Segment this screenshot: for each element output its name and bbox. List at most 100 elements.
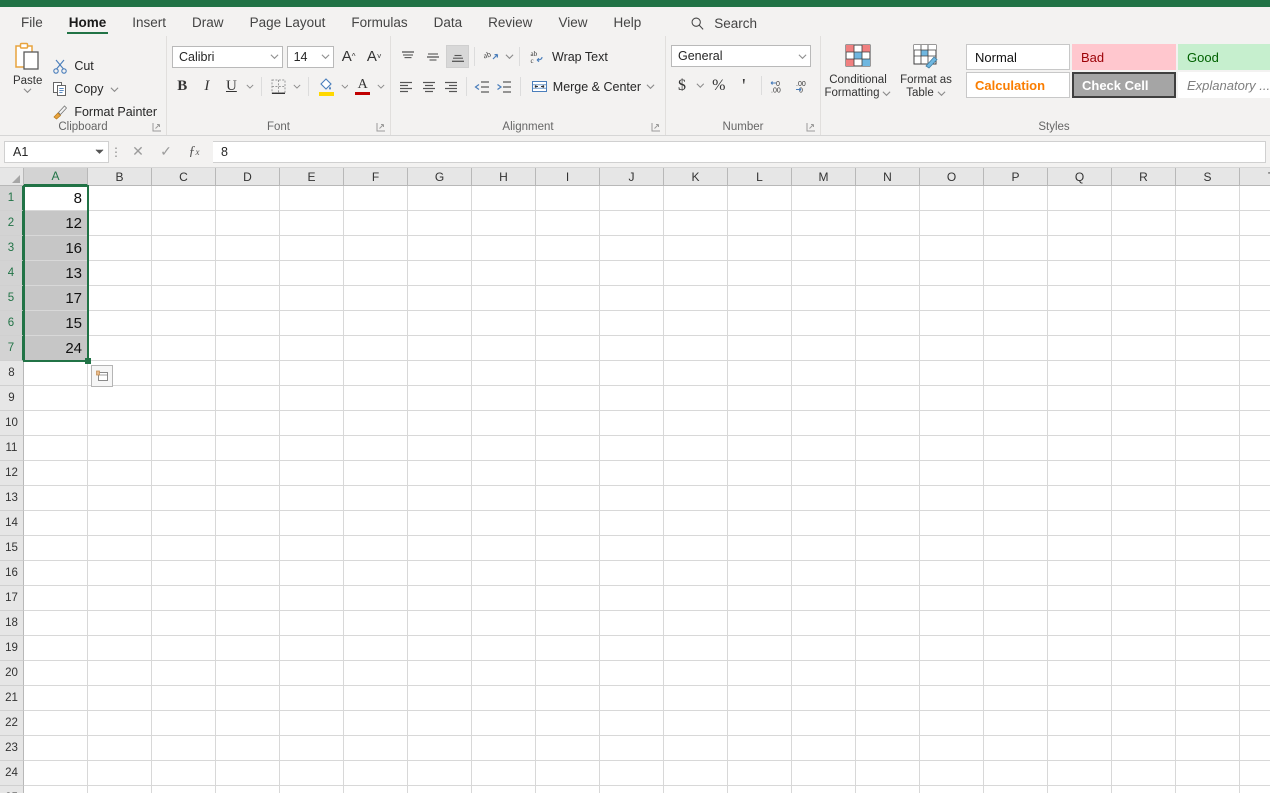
clipboard-dialog-launcher[interactable] [152,122,162,132]
cell-F25[interactable] [344,786,408,793]
cell-Q8[interactable] [1048,361,1112,386]
cell-P24[interactable] [984,761,1048,786]
cell-N19[interactable] [856,636,920,661]
column-header-E[interactable]: E [280,168,344,186]
cell-H23[interactable] [472,736,536,761]
cell-D3[interactable] [216,236,280,261]
cell-C9[interactable] [152,386,216,411]
row-header-17[interactable]: 17 [0,586,24,611]
cell-B25[interactable] [88,786,152,793]
cell-O6[interactable] [920,311,984,336]
cell-Q5[interactable] [1048,286,1112,311]
cell-H17[interactable] [472,586,536,611]
cell-E4[interactable] [280,261,344,286]
cell-D7[interactable] [216,336,280,361]
cell-S12[interactable] [1176,461,1240,486]
font-size-combo[interactable]: 14 [286,45,334,68]
column-header-N[interactable]: N [856,168,920,186]
tab-page-layout[interactable]: Page Layout [237,12,339,36]
cell-C21[interactable] [152,686,216,711]
cell-Q18[interactable] [1048,611,1112,636]
format-as-table-button[interactable]: Format as Table [894,42,958,100]
cell-A24[interactable] [24,761,88,786]
cell-S16[interactable] [1176,561,1240,586]
column-header-S[interactable]: S [1176,168,1240,186]
cell-G5[interactable] [408,286,472,311]
cell-N25[interactable] [856,786,920,793]
cell-B10[interactable] [88,411,152,436]
cell-D12[interactable] [216,461,280,486]
cell-S18[interactable] [1176,611,1240,636]
cell-Q22[interactable] [1048,711,1112,736]
cell-D21[interactable] [216,686,280,711]
cell-S17[interactable] [1176,586,1240,611]
increase-font-size-button[interactable]: A ^ [338,45,360,68]
cell-S14[interactable] [1176,511,1240,536]
cell-M9[interactable] [792,386,856,411]
cell-I2[interactable] [536,211,600,236]
cell-I24[interactable] [536,761,600,786]
cell-T12[interactable] [1240,461,1270,486]
cell-P19[interactable] [984,636,1048,661]
cell-I7[interactable] [536,336,600,361]
cell-S1[interactable] [1176,186,1240,211]
tab-home[interactable]: Home [56,12,120,36]
cell-G22[interactable] [408,711,472,736]
cell-F3[interactable] [344,236,408,261]
cell-J3[interactable] [600,236,664,261]
decrease-indent-button[interactable] [472,75,492,98]
cell-H25[interactable] [472,786,536,793]
cell-O24[interactable] [920,761,984,786]
cell-D16[interactable] [216,561,280,586]
cell-I15[interactable] [536,536,600,561]
row-header-22[interactable]: 22 [0,711,24,736]
cell-M11[interactable] [792,436,856,461]
cell-K7[interactable] [664,336,728,361]
cell-F9[interactable] [344,386,408,411]
cell-I12[interactable] [536,461,600,486]
cell-K15[interactable] [664,536,728,561]
cell-J10[interactable] [600,411,664,436]
cell-O3[interactable] [920,236,984,261]
cell-L23[interactable] [728,736,792,761]
chevron-down-icon[interactable] [293,82,301,91]
underline-button[interactable]: U [221,75,242,98]
cell-J24[interactable] [600,761,664,786]
cell-A20[interactable] [24,661,88,686]
cell-O16[interactable] [920,561,984,586]
cell-F12[interactable] [344,461,408,486]
cell-E12[interactable] [280,461,344,486]
cell-D4[interactable] [216,261,280,286]
cell-A13[interactable] [24,486,88,511]
cell-N15[interactable] [856,536,920,561]
cell-R3[interactable] [1112,236,1176,261]
cell-T15[interactable] [1240,536,1270,561]
cell-M23[interactable] [792,736,856,761]
cell-R8[interactable] [1112,361,1176,386]
cell-F10[interactable] [344,411,408,436]
cell-F5[interactable] [344,286,408,311]
cell-P4[interactable] [984,261,1048,286]
cell-C8[interactable] [152,361,216,386]
cell-S19[interactable] [1176,636,1240,661]
cell-B16[interactable] [88,561,152,586]
cell-E7[interactable] [280,336,344,361]
column-header-D[interactable]: D [216,168,280,186]
cell-O2[interactable] [920,211,984,236]
cell-N18[interactable] [856,611,920,636]
cell-J25[interactable] [600,786,664,793]
cell-M1[interactable] [792,186,856,211]
cell-E2[interactable] [280,211,344,236]
cell-M5[interactable] [792,286,856,311]
row-header-21[interactable]: 21 [0,686,24,711]
cell-T17[interactable] [1240,586,1270,611]
cell-N4[interactable] [856,261,920,286]
cell-M16[interactable] [792,561,856,586]
cell-H1[interactable] [472,186,536,211]
cell-T8[interactable] [1240,361,1270,386]
cell-I25[interactable] [536,786,600,793]
cell-K22[interactable] [664,711,728,736]
cell-P21[interactable] [984,686,1048,711]
cell-M6[interactable] [792,311,856,336]
cell-O5[interactable] [920,286,984,311]
